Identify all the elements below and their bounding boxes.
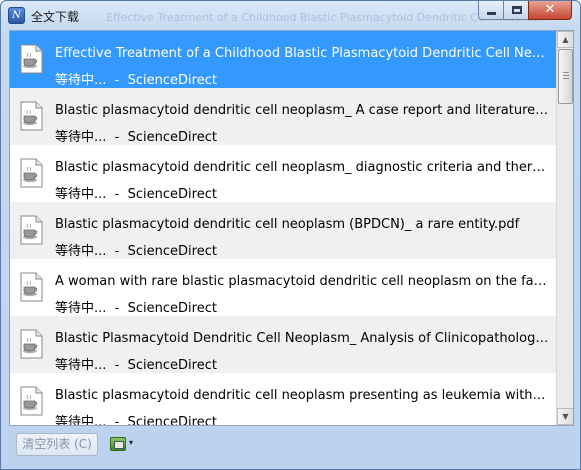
window-title: 全文下载 xyxy=(31,10,80,24)
file-name: Blastic Plasmacytoid Dendritic Cell Neop… xyxy=(55,331,550,346)
vertical-scrollbar[interactable]: ▲ ▼ xyxy=(556,31,573,425)
download-status: 等待中... - ScienceDirect xyxy=(55,301,217,316)
download-list-item[interactable]: A woman with rare blastic plasmacytoid d… xyxy=(10,259,556,316)
download-list-item[interactable]: Blastic plasmacytoid dendritic cell neop… xyxy=(10,373,556,425)
file-name: Blastic plasmacytoid dendritic cell neop… xyxy=(55,217,520,232)
pdf-document-icon xyxy=(19,215,44,245)
footer-bar: 清空列表 (C) ▾ xyxy=(1,427,580,470)
file-name: Blastic plasmacytoid dendritic cell neop… xyxy=(55,103,550,118)
maximize-button[interactable] xyxy=(503,1,529,20)
grip-line xyxy=(563,75,569,76)
download-list-item[interactable]: Blastic plasmacytoid dendritic cell neop… xyxy=(10,145,556,202)
download-window: N 全文下载 Effective Treatment of a Childhoo… xyxy=(0,0,581,470)
download-list-item[interactable]: Blastic plasmacytoid dendritic cell neop… xyxy=(10,202,556,259)
pdf-document-icon xyxy=(19,44,44,74)
file-name: A woman with rare blastic plasmacytoid d… xyxy=(55,274,550,289)
file-name: Blastic plasmacytoid dendritic cell neop… xyxy=(55,160,550,175)
grip-line xyxy=(563,78,569,79)
clear-list-button[interactable]: 清空列表 (C) xyxy=(16,433,98,456)
app-logo-icon: N xyxy=(8,7,25,24)
minimize-icon xyxy=(487,12,496,15)
download-list-item[interactable]: Blastic plasmacytoid dendritic cell neop… xyxy=(10,88,556,145)
download-status: 等待中... - ScienceDirect xyxy=(55,415,217,425)
dropdown-arrow-icon: ▾ xyxy=(129,438,134,447)
download-list-item[interactable]: Effective Treatment of a Childhood Blast… xyxy=(10,31,556,88)
toolbox-icon xyxy=(110,437,126,451)
close-icon: ✕ xyxy=(544,2,556,17)
pdf-document-icon xyxy=(19,158,44,188)
pdf-document-icon xyxy=(19,386,44,416)
pdf-document-icon xyxy=(19,272,44,302)
download-status: 等待中... - ScienceDirect xyxy=(55,358,217,373)
pdf-document-icon xyxy=(19,101,44,131)
scroll-down-button[interactable]: ▼ xyxy=(557,408,573,425)
download-list-items: Effective Treatment of a Childhood Blast… xyxy=(10,31,556,425)
grip-line xyxy=(563,72,569,73)
scroll-up-button[interactable]: ▲ xyxy=(557,31,573,48)
pdf-document-icon xyxy=(19,329,44,359)
maximize-icon xyxy=(512,6,522,14)
download-list: Effective Treatment of a Childhood Blast… xyxy=(9,30,574,426)
download-status: 等待中... - ScienceDirect xyxy=(55,244,217,259)
title-bar[interactable]: N 全文下载 Effective Treatment of a Childhoo… xyxy=(1,1,580,29)
close-button[interactable]: ✕ xyxy=(528,1,572,20)
download-list-item[interactable]: Blastic Plasmacytoid Dendritic Cell Neop… xyxy=(10,316,556,373)
download-status: 等待中... - ScienceDirect xyxy=(55,130,217,145)
download-status: 等待中... - ScienceDirect xyxy=(55,187,217,202)
file-name: Blastic plasmacytoid dendritic cell neop… xyxy=(55,388,550,403)
download-status: 等待中... - ScienceDirect xyxy=(55,73,217,88)
scroll-thumb[interactable] xyxy=(558,49,573,104)
minimize-button[interactable] xyxy=(478,1,504,20)
tools-dropdown-button[interactable]: ▾ xyxy=(108,436,140,454)
file-name: Effective Treatment of a Childhood Blast… xyxy=(55,46,550,61)
